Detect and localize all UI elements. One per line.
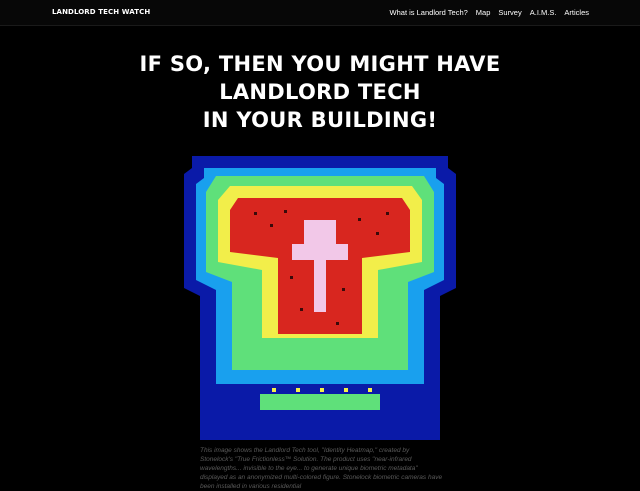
image-caption: This image shows the Landlord Tech tool,… — [200, 447, 443, 490]
site-logo-link[interactable]: LANDLORD TECH WATCH — [52, 8, 150, 16]
nav-link-survey[interactable]: Survey — [498, 8, 521, 17]
nav-link-articles[interactable]: Articles — [564, 8, 589, 17]
nav-link-aims[interactable]: A.I.M.S. — [530, 8, 557, 17]
nav-links: What is Landlord Tech? Map Survey A.I.M.… — [390, 8, 589, 17]
nav-link-map[interactable]: Map — [476, 8, 491, 17]
page-headline: IF SO, THEN YOU MIGHT HAVE LANDLORD TECH… — [120, 50, 520, 134]
top-nav: LANDLORD TECH WATCH What is Landlord Tec… — [0, 0, 640, 26]
identity-heatmap-image — [172, 148, 468, 440]
headline-line: LANDLORD TECH — [219, 80, 421, 104]
headline-line: IN YOUR BUILDING! — [202, 108, 438, 132]
nav-link-what-is-landlord-tech[interactable]: What is Landlord Tech? — [390, 8, 468, 17]
headline-line: IF SO, THEN YOU MIGHT HAVE — [139, 52, 501, 76]
heatmap-band-mild — [260, 394, 380, 410]
